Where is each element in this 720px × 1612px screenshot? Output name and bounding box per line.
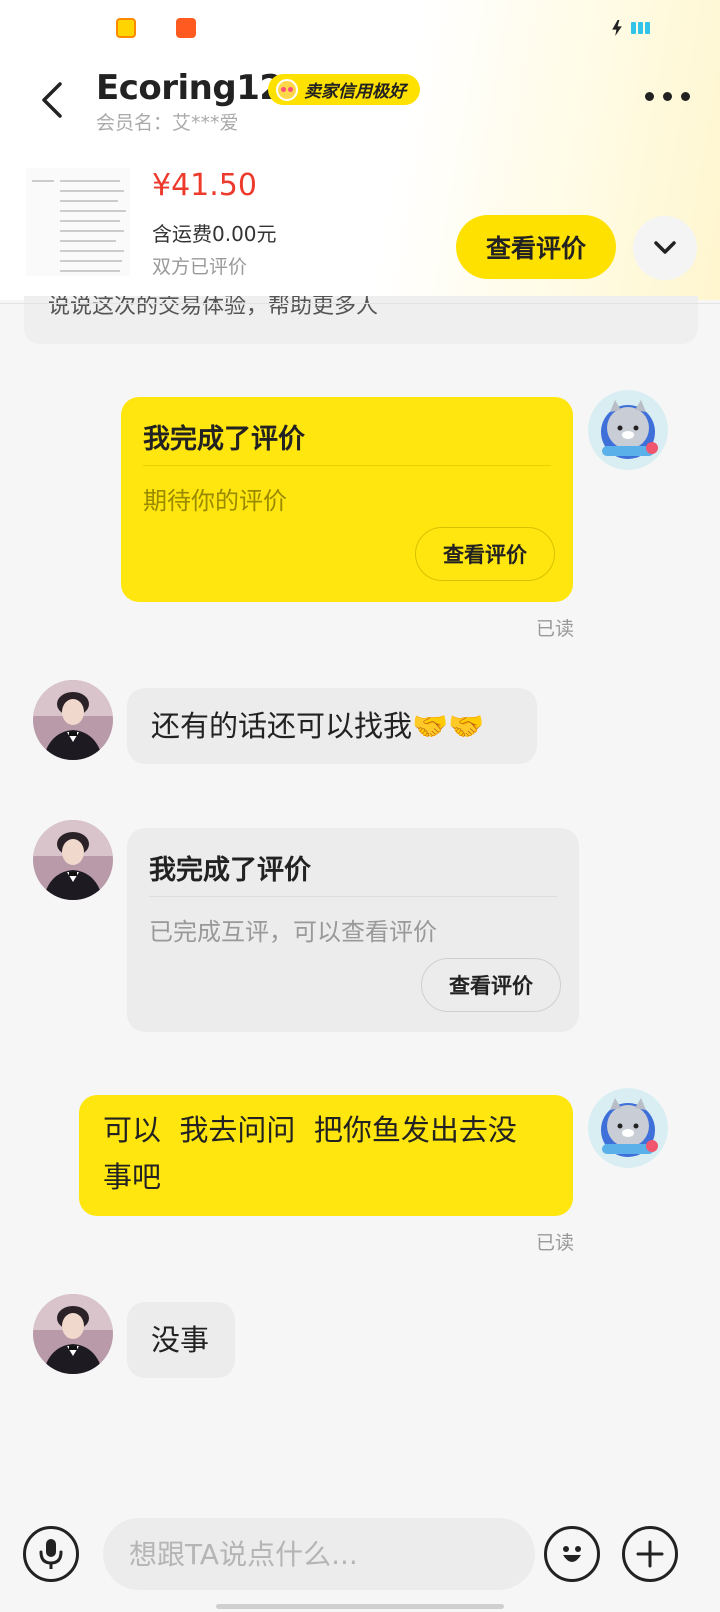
my-avatar[interactable] bbox=[588, 1088, 668, 1168]
review-card-title: 我完成了评价 bbox=[149, 855, 311, 886]
message-bubble[interactable]: 还有的话还可以找我🤝🤝 bbox=[127, 688, 537, 764]
contact-avatar[interactable] bbox=[33, 1294, 113, 1374]
emoji-face-icon bbox=[276, 78, 298, 101]
card-divider bbox=[149, 896, 557, 897]
message-text-line2: 事吧 bbox=[103, 1160, 162, 1194]
chevron-down-icon bbox=[654, 241, 676, 254]
message-bubble[interactable]: 没事 bbox=[127, 1302, 235, 1378]
product-price: ¥41.50 bbox=[152, 168, 257, 203]
message-input[interactable] bbox=[103, 1518, 535, 1590]
read-receipt: 已读 bbox=[536, 1232, 575, 1254]
more-button[interactable] bbox=[645, 92, 690, 101]
emoji-button[interactable] bbox=[544, 1526, 600, 1582]
charging-icon bbox=[612, 20, 622, 36]
chat-title[interactable]: Ecoring12 bbox=[96, 68, 283, 108]
expand-button[interactable] bbox=[633, 216, 697, 280]
seller-credit-label: 卖家信用极好 bbox=[304, 82, 406, 102]
status-bar bbox=[0, 0, 720, 56]
seller-credit-badge[interactable]: 卖家信用极好 bbox=[268, 74, 420, 105]
member-name: 会员名：艾***爱 bbox=[96, 112, 239, 134]
header-divider bbox=[0, 303, 720, 304]
back-button[interactable] bbox=[34, 78, 74, 122]
view-review-button[interactable]: 查看评价 bbox=[421, 958, 561, 1012]
person-avatar bbox=[33, 820, 113, 900]
person-avatar bbox=[33, 680, 113, 760]
my-avatar[interactable] bbox=[588, 390, 668, 470]
cat-astronaut-avatar bbox=[588, 1088, 668, 1168]
evaluation-status: 双方已评价 bbox=[152, 256, 248, 278]
review-card-subtitle: 期待你的评价 bbox=[143, 487, 287, 515]
mic-icon bbox=[39, 1539, 63, 1569]
plus-icon bbox=[636, 1540, 664, 1568]
card-divider bbox=[143, 465, 551, 466]
view-review-button[interactable]: 查看评价 bbox=[415, 527, 555, 581]
review-card-contact[interactable]: 我完成了评价 已完成互评，可以查看评价 查看评价 bbox=[127, 828, 579, 1032]
product-thumbnail[interactable] bbox=[26, 168, 130, 276]
person-avatar bbox=[33, 1294, 113, 1374]
review-card-title: 我完成了评价 bbox=[143, 424, 305, 455]
more-icon bbox=[645, 92, 654, 101]
read-receipt: 已读 bbox=[536, 618, 575, 640]
contact-avatar[interactable] bbox=[33, 820, 113, 900]
shipping-fee: 含运费0.00元 bbox=[152, 222, 277, 246]
emoji-icon bbox=[563, 1546, 581, 1562]
message-bubble-self[interactable]: 可以 我去问问 把你鱼发出去没 事吧 bbox=[79, 1095, 573, 1216]
cat-astronaut-avatar bbox=[588, 390, 668, 470]
notification-app-icon bbox=[116, 18, 136, 38]
review-card-self[interactable]: 我完成了评价 期待你的评价 查看评价 bbox=[121, 397, 573, 602]
more-actions-button[interactable] bbox=[622, 1526, 678, 1582]
notification-app-icon-2 bbox=[176, 18, 196, 38]
back-icon bbox=[42, 82, 62, 118]
message-text: 没事 bbox=[151, 1323, 210, 1357]
voice-button[interactable] bbox=[23, 1526, 79, 1582]
view-review-button[interactable]: 查看评价 bbox=[456, 215, 616, 279]
message-text-line1: 可以 我去问问 把你鱼发出去没 bbox=[103, 1113, 517, 1147]
status-indicators bbox=[611, 20, 650, 36]
battery-icon bbox=[631, 22, 650, 34]
home-indicator bbox=[216, 1604, 504, 1609]
contact-avatar[interactable] bbox=[33, 680, 113, 760]
review-card-subtitle: 已完成互评，可以查看评价 bbox=[149, 918, 437, 946]
message-text: 还有的话还可以找我🤝🤝 bbox=[151, 709, 485, 743]
